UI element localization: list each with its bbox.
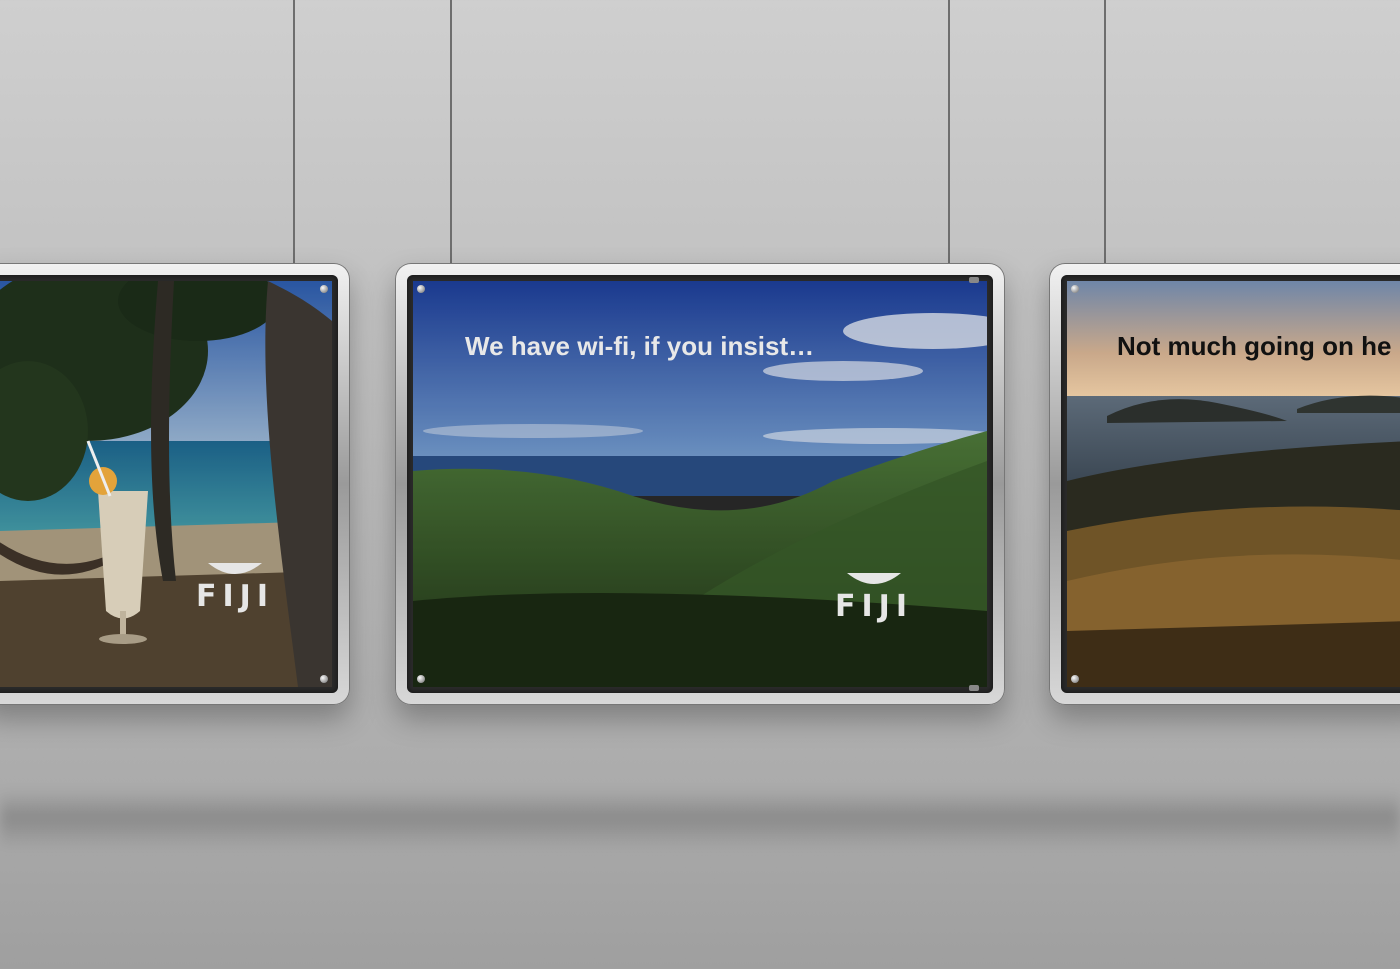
poster-frame-left: FIJI [0, 263, 350, 705]
fiji-logo: FIJI [190, 561, 280, 617]
poster-headline: We have wi-fi, if you insist… [465, 331, 815, 361]
hills-photo: We have wi-fi, if you insist… FIJI [413, 281, 987, 687]
screw-icon [1071, 675, 1079, 683]
corner-clip [969, 277, 979, 283]
fiji-logo: FIJI [829, 571, 919, 627]
beach-photo: FIJI [0, 281, 332, 687]
screw-icon [1071, 285, 1079, 293]
poster-headline: Not much going on he [1117, 331, 1392, 361]
screw-icon [417, 285, 425, 293]
hanging-wire [450, 0, 452, 265]
hanging-wire [948, 0, 950, 265]
hanging-wire [1104, 0, 1106, 265]
corner-clip [969, 685, 979, 691]
poster-frame-center: We have wi-fi, if you insist… FIJI [395, 263, 1005, 705]
poster-frame-right: Not much going on he [1049, 263, 1400, 705]
hanging-wire [293, 0, 295, 265]
floor-shadow [0, 790, 1400, 850]
screw-icon [320, 675, 328, 683]
sunset-photo: Not much going on he [1067, 281, 1400, 687]
screw-icon [320, 285, 328, 293]
screw-icon [417, 675, 425, 683]
